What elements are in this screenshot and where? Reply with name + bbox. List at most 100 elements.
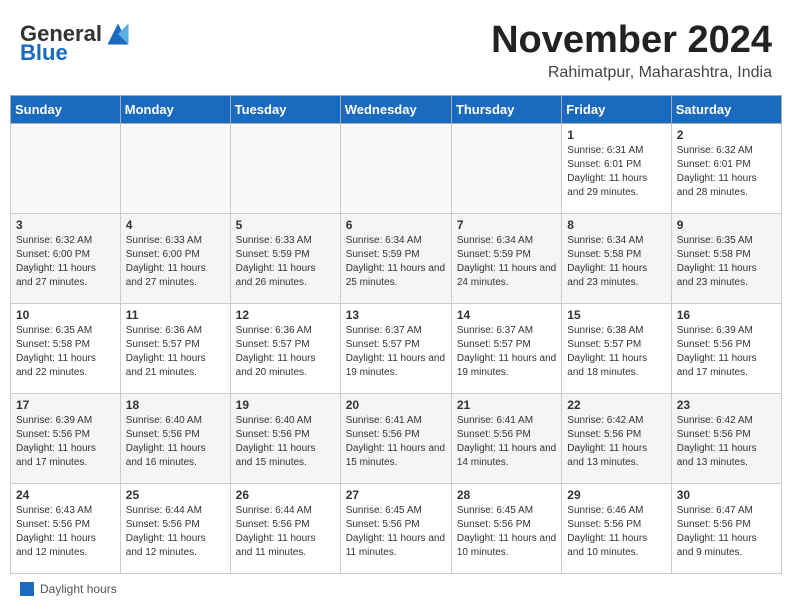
calendar-day-cell: 20 Sunrise: 6:41 AMSunset: 5:56 PMDayligh…: [340, 393, 451, 483]
day-number: 4: [126, 218, 225, 232]
day-info: Sunrise: 6:46 AMSunset: 5:56 PMDaylight:…: [567, 504, 665, 560]
weekday-header-tuesday: Tuesday: [230, 95, 340, 123]
day-number: 16: [677, 308, 776, 322]
day-info: Sunrise: 6:35 AMSunset: 5:58 PMDaylight:…: [677, 234, 776, 290]
calendar-day-cell: 14 Sunrise: 6:37 AMSunset: 5:57 PMDayligh…: [451, 303, 561, 393]
day-number: 9: [677, 218, 776, 232]
day-number: 5: [236, 218, 335, 232]
day-info: Sunrise: 6:42 AMSunset: 5:56 PMDaylight:…: [567, 414, 665, 470]
calendar-day-cell: 6 Sunrise: 6:34 AMSunset: 5:59 PMDaylight…: [340, 213, 451, 303]
calendar-day-cell: 30Sunrise: 6:47 AMSunset: 5:56 PMDayligh…: [671, 483, 781, 573]
day-info: Sunrise: 6:44 AMSunset: 5:56 PMDaylight:…: [236, 504, 335, 560]
calendar-day-cell: 25Sunrise: 6:44 AMSunset: 5:56 PMDayligh…: [120, 483, 230, 573]
calendar-day-cell: 10Sunrise: 6:35 AMSunset: 5:58 PMDayligh…: [11, 303, 121, 393]
calendar-day-cell: 26 Sunrise: 6:44 AMSunset: 5:56 PMDayligh…: [230, 483, 340, 573]
calendar-week-row: 24 Sunrise: 6:43 AMSunset: 5:56 PMDayligh…: [11, 483, 782, 573]
weekday-header-sunday: Sunday: [11, 95, 121, 123]
location: Rahimatpur, Maharashtra, India: [491, 64, 772, 82]
day-number: 21: [457, 398, 556, 412]
calendar-day-cell: 22Sunrise: 6:42 AMSunset: 5:56 PMDayligh…: [562, 393, 671, 483]
empty-day-cell: [11, 123, 121, 213]
day-number: 8: [567, 218, 665, 232]
day-number: 18: [126, 398, 225, 412]
day-info: Sunrise: 6:34 AMSunset: 5:59 PMDaylight:…: [346, 234, 446, 290]
month-title: November 2024: [491, 20, 772, 62]
day-number: 6: [346, 218, 446, 232]
day-number: 25: [126, 488, 225, 502]
day-info: Sunrise: 6:35 AMSunset: 5:58 PMDaylight:…: [16, 324, 115, 380]
calendar-day-cell: 18 Sunrise: 6:40 AMSunset: 5:56 PMDayligh…: [120, 393, 230, 483]
calendar-day-cell: 15Sunrise: 6:38 AMSunset: 5:57 PMDayligh…: [562, 303, 671, 393]
calendar-day-cell: 29 Sunrise: 6:46 AMSunset: 5:56 PMDayligh…: [562, 483, 671, 573]
calendar-day-cell: 2 Sunrise: 6:32 AMSunset: 6:01 PMDaylight…: [671, 123, 781, 213]
calendar-day-cell: 24 Sunrise: 6:43 AMSunset: 5:56 PMDayligh…: [11, 483, 121, 573]
day-number: 28: [457, 488, 556, 502]
day-number: 3: [16, 218, 115, 232]
day-number: 20: [346, 398, 446, 412]
day-info: Sunrise: 6:33 AMSunset: 6:00 PMDaylight:…: [126, 234, 225, 290]
calendar-day-cell: 9 Sunrise: 6:35 AMSunset: 5:58 PMDaylight…: [671, 213, 781, 303]
weekday-header-row: SundayMondayTuesdayWednesdayThursdayFrid…: [11, 95, 782, 123]
day-info: Sunrise: 6:34 AMSunset: 5:59 PMDaylight:…: [457, 234, 556, 290]
legend-color-box: [20, 582, 34, 596]
day-number: 7: [457, 218, 556, 232]
day-number: 23: [677, 398, 776, 412]
calendar-day-cell: 28 Sunrise: 6:45 AMSunset: 5:56 PMDayligh…: [451, 483, 561, 573]
calendar-week-row: 3 Sunrise: 6:32 AMSunset: 6:00 PMDaylight…: [11, 213, 782, 303]
legend: Daylight hours: [10, 582, 782, 596]
day-info: Sunrise: 6:45 AMSunset: 5:56 PMDaylight:…: [457, 504, 556, 560]
title-block: November 2024 Rahimatpur, Maharashtra, I…: [491, 20, 772, 82]
day-info: Sunrise: 6:38 AMSunset: 5:57 PMDaylight:…: [567, 324, 665, 380]
empty-day-cell: [340, 123, 451, 213]
day-info: Sunrise: 6:36 AMSunset: 5:57 PMDaylight:…: [236, 324, 335, 380]
weekday-header-wednesday: Wednesday: [340, 95, 451, 123]
legend-label: Daylight hours: [40, 582, 117, 596]
day-number: 29: [567, 488, 665, 502]
day-number: 14: [457, 308, 556, 322]
calendar-table: SundayMondayTuesdayWednesdayThursdayFrid…: [10, 95, 782, 574]
day-info: Sunrise: 6:45 AMSunset: 5:56 PMDaylight:…: [346, 504, 446, 560]
day-info: Sunrise: 6:32 AMSunset: 6:01 PMDaylight:…: [677, 144, 776, 200]
day-number: 19: [236, 398, 335, 412]
day-number: 26: [236, 488, 335, 502]
day-info: Sunrise: 6:37 AMSunset: 5:57 PMDaylight:…: [346, 324, 446, 380]
day-number: 1: [567, 128, 665, 142]
empty-day-cell: [230, 123, 340, 213]
calendar-day-cell: 17Sunrise: 6:39 AMSunset: 5:56 PMDayligh…: [11, 393, 121, 483]
day-number: 13: [346, 308, 446, 322]
logo-blue-text: Blue: [20, 40, 68, 66]
day-number: 2: [677, 128, 776, 142]
page-header: General Blue November 2024 Rahimatpur, M…: [10, 10, 782, 87]
day-info: Sunrise: 6:37 AMSunset: 5:57 PMDaylight:…: [457, 324, 556, 380]
day-info: Sunrise: 6:40 AMSunset: 5:56 PMDaylight:…: [126, 414, 225, 470]
day-info: Sunrise: 6:40 AMSunset: 5:56 PMDaylight:…: [236, 414, 335, 470]
calendar-day-cell: 27 Sunrise: 6:45 AMSunset: 5:56 PMDayligh…: [340, 483, 451, 573]
day-info: Sunrise: 6:36 AMSunset: 5:57 PMDaylight:…: [126, 324, 225, 380]
empty-day-cell: [120, 123, 230, 213]
day-info: Sunrise: 6:41 AMSunset: 5:56 PMDaylight:…: [346, 414, 446, 470]
calendar-day-cell: 13 Sunrise: 6:37 AMSunset: 5:57 PMDayligh…: [340, 303, 451, 393]
calendar-day-cell: 19 Sunrise: 6:40 AMSunset: 5:56 PMDayligh…: [230, 393, 340, 483]
calendar-day-cell: 8Sunrise: 6:34 AMSunset: 5:58 PMDaylight…: [562, 213, 671, 303]
weekday-header-thursday: Thursday: [451, 95, 561, 123]
calendar-day-cell: 11 Sunrise: 6:36 AMSunset: 5:57 PMDayligh…: [120, 303, 230, 393]
calendar-day-cell: 1 Sunrise: 6:31 AMSunset: 6:01 PMDaylight…: [562, 123, 671, 213]
calendar-day-cell: 5 Sunrise: 6:33 AMSunset: 5:59 PMDaylight…: [230, 213, 340, 303]
day-info: Sunrise: 6:31 AMSunset: 6:01 PMDaylight:…: [567, 144, 665, 200]
day-info: Sunrise: 6:33 AMSunset: 5:59 PMDaylight:…: [236, 234, 335, 290]
day-number: 11: [126, 308, 225, 322]
logo: General Blue: [20, 20, 132, 66]
logo-icon: [104, 20, 132, 48]
calendar-day-cell: 4 Sunrise: 6:33 AMSunset: 6:00 PMDaylight…: [120, 213, 230, 303]
calendar-day-cell: 16 Sunrise: 6:39 AMSunset: 5:56 PMDayligh…: [671, 303, 781, 393]
day-info: Sunrise: 6:32 AMSunset: 6:00 PMDaylight:…: [16, 234, 115, 290]
calendar-week-row: 10Sunrise: 6:35 AMSunset: 5:58 PMDayligh…: [11, 303, 782, 393]
calendar-day-cell: 3 Sunrise: 6:32 AMSunset: 6:00 PMDaylight…: [11, 213, 121, 303]
day-info: Sunrise: 6:39 AMSunset: 5:56 PMDaylight:…: [677, 324, 776, 380]
day-number: 27: [346, 488, 446, 502]
day-info: Sunrise: 6:43 AMSunset: 5:56 PMDaylight:…: [16, 504, 115, 560]
day-number: 24: [16, 488, 115, 502]
day-info: Sunrise: 6:39 AMSunset: 5:56 PMDaylight:…: [16, 414, 115, 470]
day-info: Sunrise: 6:41 AMSunset: 5:56 PMDaylight:…: [457, 414, 556, 470]
calendar-day-cell: 23Sunrise: 6:42 AMSunset: 5:56 PMDayligh…: [671, 393, 781, 483]
